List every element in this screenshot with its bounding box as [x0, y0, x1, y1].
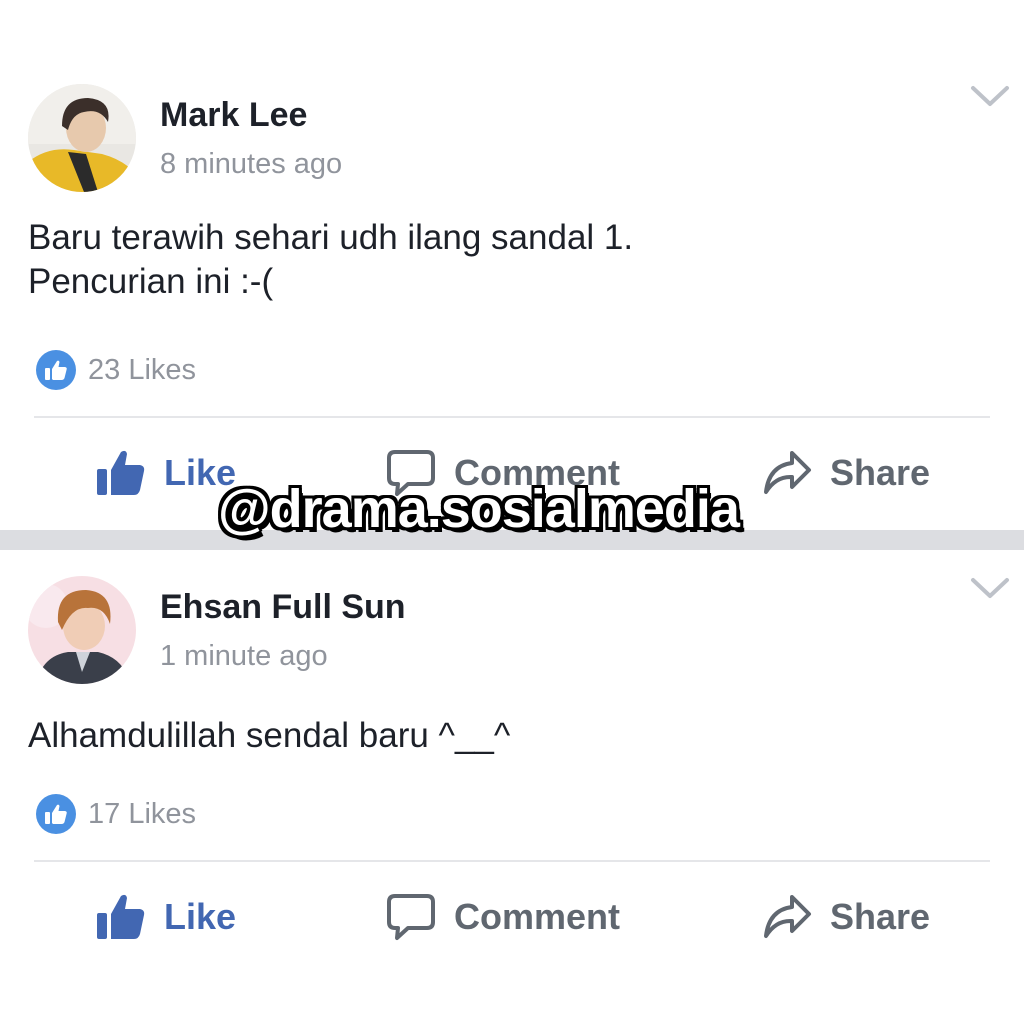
like-button[interactable]: Like: [96, 448, 236, 498]
post-text: Baru terawih sehari udh ilang sandal 1. …: [28, 216, 633, 304]
likes-count: 17 Likes: [88, 797, 197, 830]
like-button[interactable]: Like: [96, 892, 236, 942]
reactions-summary[interactable]: 23 Likes: [36, 350, 196, 390]
comment-button[interactable]: Comment: [386, 892, 620, 942]
share-button[interactable]: Share: [762, 892, 930, 942]
thumbs-up-icon: [97, 894, 145, 939]
author-name[interactable]: Mark Lee: [160, 96, 307, 135]
thumbs-up-icon: [97, 450, 145, 495]
divider: [34, 860, 990, 862]
like-label: Like: [164, 896, 237, 937]
divider: [34, 416, 990, 418]
post-timestamp[interactable]: 1 minute ago: [160, 640, 328, 673]
post-text: Alhamdulillah sendal baru ^__^: [28, 714, 510, 758]
share-arrow-icon: [764, 451, 811, 494]
chevron-down-icon[interactable]: [970, 576, 1010, 600]
post-card: Ehsan Full Sun 1 minute ago Alhamdulilla…: [0, 550, 1024, 1024]
share-label: Share: [830, 896, 931, 937]
share-arrow-icon: [764, 895, 811, 938]
post-timestamp[interactable]: 8 minutes ago: [160, 148, 342, 181]
likes-count: 23 Likes: [88, 353, 197, 386]
reactions-summary[interactable]: 17 Likes: [36, 794, 196, 834]
author-name[interactable]: Ehsan Full Sun: [160, 588, 406, 627]
speech-bubble-icon: [387, 894, 435, 940]
post-text-line: Alhamdulillah sendal baru ^__^: [28, 716, 511, 755]
share-button[interactable]: Share: [762, 448, 930, 498]
like-badge-icon: [36, 350, 76, 390]
post-card: Mark Lee 8 minutes ago Baru terawih seha…: [0, 0, 1024, 530]
avatar[interactable]: [28, 84, 136, 192]
like-badge-icon: [36, 794, 76, 834]
comment-label: Comment: [454, 896, 621, 937]
post-text-line: Baru terawih sehari udh ilang sandal 1.: [28, 218, 634, 257]
chevron-down-icon[interactable]: [970, 84, 1010, 108]
watermark-text: @drama.sosialmedia: [218, 479, 740, 539]
avatar[interactable]: [28, 576, 136, 684]
share-label: Share: [830, 452, 931, 493]
post-text-line: Pencurian ini :-(: [28, 262, 274, 301]
